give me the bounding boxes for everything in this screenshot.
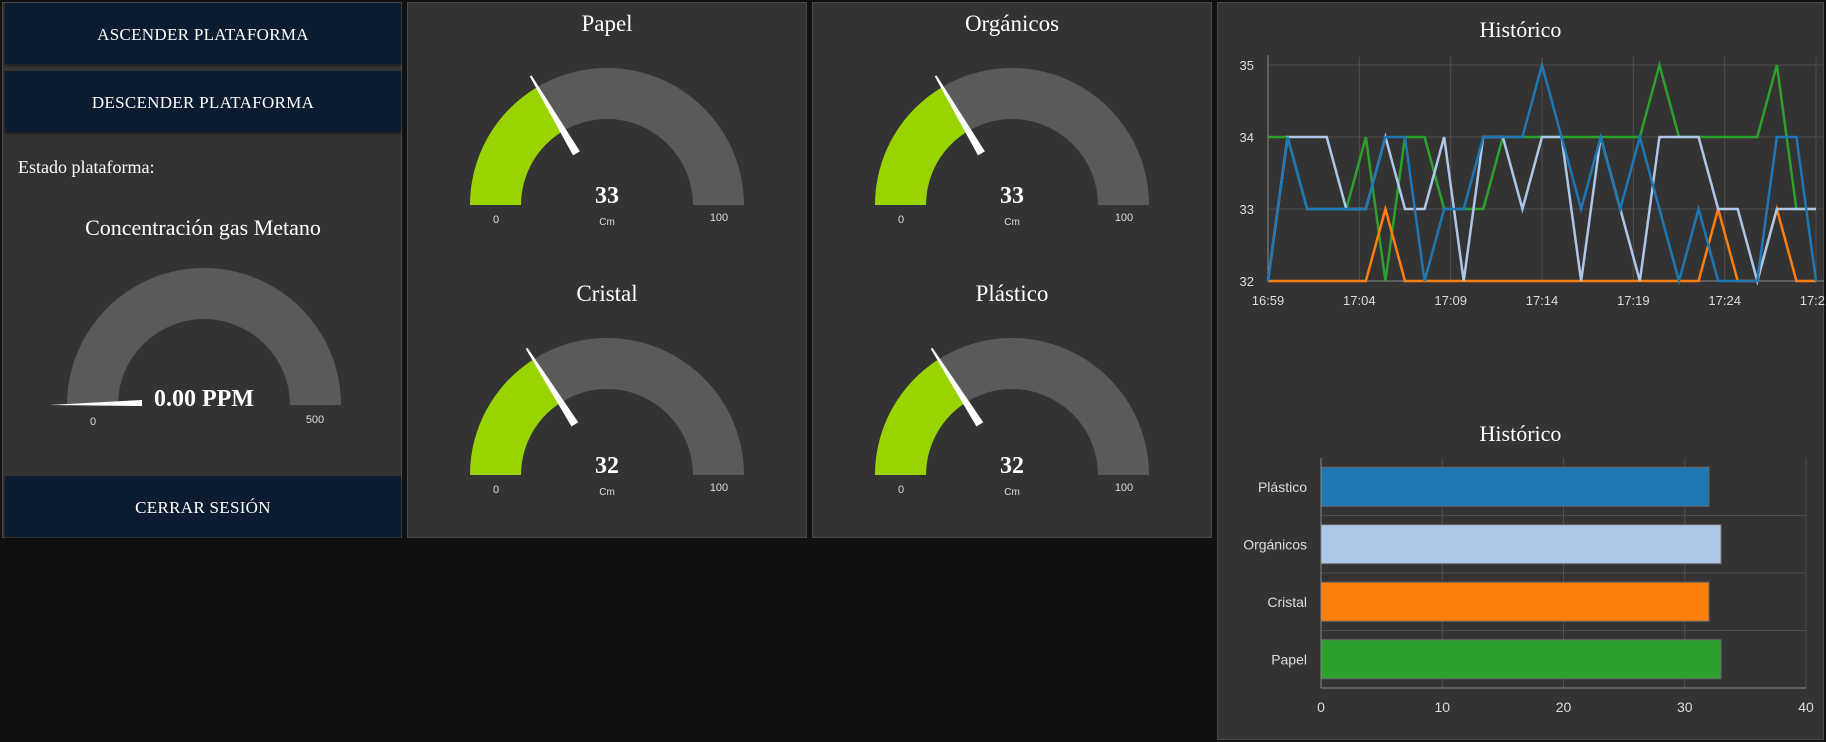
- line-chart-x-tick: 17:19: [1617, 293, 1650, 308]
- bar-chart-bar-1: [1320, 524, 1722, 565]
- bar-chart: 0 10 20 30 40 Plástico Orgánicos Cristal Papel: [1243, 458, 1814, 715]
- line-chart-x-tick: 17:14: [1526, 293, 1559, 308]
- gauge-cristal: 32 Cm 0 100: [470, 338, 744, 498]
- platform-status-label: Estado plataforma:: [18, 157, 155, 177]
- bar-chart-bar-3: [1320, 639, 1722, 680]
- gauge-title-papel: Papel: [581, 11, 633, 36]
- bar-chart-category-label: Cristal: [1267, 594, 1307, 610]
- gauge-unit: Cm: [1004, 217, 1020, 228]
- logout-button[interactable]: CERRAR SESIÓN: [5, 476, 401, 537]
- methane-gauge-max: 500: [306, 414, 324, 426]
- bar-chart-category-label: Plástico: [1258, 479, 1307, 495]
- gauge-value: 32: [1000, 453, 1024, 479]
- line-chart-x-tick: 16:59: [1252, 293, 1285, 308]
- charts-panel: Histórico 16:59 17:04 17:09 17:14 17:19 17:24…: [1217, 2, 1825, 740]
- line-chart-y-tick: 34: [1240, 130, 1254, 145]
- line-chart-title: Histórico: [1479, 17, 1562, 42]
- methane-gauge-title: Concentración gas Metano: [85, 215, 321, 240]
- bar-chart-title: Histórico: [1479, 421, 1562, 446]
- line-chart: 16:59 17:04 17:09 17:14 17:19 17:24 17:29 32 33 3…: [1240, 55, 1825, 308]
- gauge-papel: 33 Cm 0 100: [470, 68, 744, 228]
- methane-gauge: 0.00 PPM 0 500: [49, 268, 341, 428]
- gauges-panel-right: Orgánicos 33 Cm 0 100 Plástico 32 Cm 0 1…: [812, 2, 1212, 538]
- gauge-min: 0: [493, 214, 499, 226]
- gauge-min: 0: [493, 484, 499, 496]
- gauge-title-cristal: Cristal: [576, 281, 638, 306]
- bar-chart-bar-2: [1320, 581, 1710, 622]
- line-chart-x-tick: 17:24: [1708, 293, 1741, 308]
- gauge-max: 100: [1115, 482, 1133, 494]
- gauge-value: 33: [595, 183, 619, 209]
- bar-chart-x-tick: 0: [1317, 699, 1325, 715]
- gauge-unit: Cm: [599, 217, 615, 228]
- gauge-value: 33: [1000, 183, 1024, 209]
- bar-chart-category-label: Papel: [1271, 651, 1307, 667]
- control-panel: ASCENDER PLATAFORMA DESCENDER PLATAFORMA…: [2, 2, 402, 538]
- bar-chart-x-tick: 10: [1434, 699, 1450, 715]
- gauges-panel-left: Papel 33 Cm 0 100 Cristal 32 Cm 0 100: [407, 2, 807, 538]
- gauge-organicos: 33 Cm 0 100: [875, 68, 1149, 228]
- methane-gauge-track: [67, 268, 341, 405]
- bar-chart-x-tick: 20: [1556, 699, 1572, 715]
- gauge-value: 32: [595, 453, 619, 479]
- ascend-platform-button[interactable]: ASCENDER PLATAFORMA: [5, 3, 401, 64]
- line-chart-x-tick: 17:04: [1343, 293, 1376, 308]
- gauge-plastico: 32 Cm 0 100: [875, 338, 1149, 498]
- line-chart-y-tick: 32: [1240, 274, 1254, 289]
- gauge-title-plastico: Plástico: [975, 281, 1049, 306]
- gauge-min: 0: [898, 484, 904, 496]
- gauge-unit: Cm: [599, 487, 615, 498]
- gauge-min: 0: [898, 214, 904, 226]
- line-chart-x-tick: 17:29: [1800, 293, 1825, 308]
- bar-chart-category-label: Orgánicos: [1243, 536, 1307, 552]
- line-chart-x-tick: 17:09: [1434, 293, 1467, 308]
- bar-chart-x-tick: 40: [1798, 699, 1814, 715]
- gauge-max: 100: [1115, 212, 1133, 224]
- gauge-max: 100: [710, 482, 728, 494]
- gauge-title-organicos: Orgánicos: [964, 11, 1060, 36]
- gauge-unit: Cm: [1004, 487, 1020, 498]
- line-chart-y-tick: 33: [1240, 202, 1254, 217]
- gauge-max: 100: [710, 212, 728, 224]
- bar-chart-x-tick: 30: [1677, 699, 1693, 715]
- bar-chart-bar-0: [1320, 466, 1710, 507]
- methane-gauge-value: 0.00 PPM: [154, 386, 254, 412]
- methane-gauge-min: 0: [90, 416, 96, 428]
- line-chart-y-tick: 35: [1240, 58, 1254, 73]
- descend-platform-button[interactable]: DESCENDER PLATAFORMA: [5, 71, 401, 132]
